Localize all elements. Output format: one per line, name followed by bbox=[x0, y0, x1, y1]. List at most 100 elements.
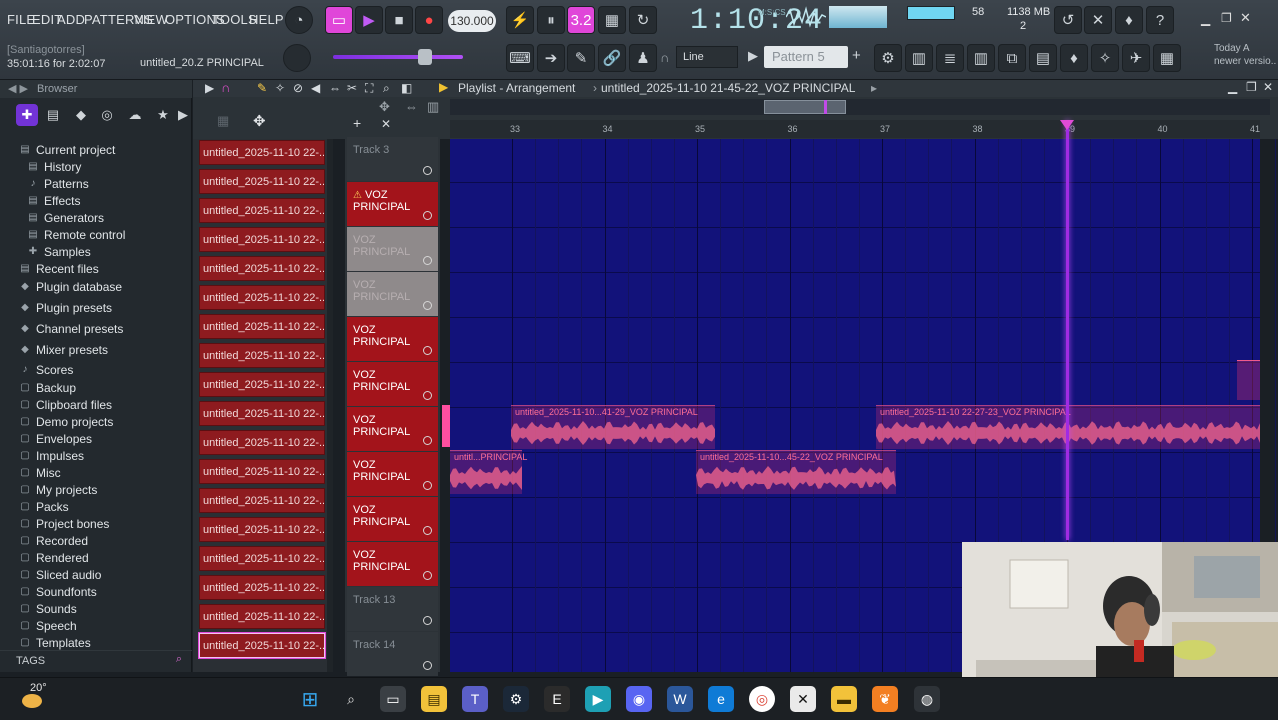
track-header[interactable]: VOZ PRINCIPAL bbox=[347, 317, 438, 361]
track-mute-icon[interactable] bbox=[423, 571, 432, 580]
browser-item[interactable]: ▢ Sliced audio bbox=[18, 566, 101, 583]
browser-more-icon[interactable]: ▶ bbox=[172, 104, 194, 126]
chrome-icon[interactable]: ◎ bbox=[749, 686, 775, 712]
browser-arrows-icon[interactable]: ◀ ▶ bbox=[8, 83, 28, 95]
typing-keyboard-icon[interactable]: ⌨ bbox=[506, 44, 534, 72]
shop-icon[interactable]: ▦ bbox=[1153, 44, 1181, 72]
master-volume-slider[interactable] bbox=[333, 55, 463, 59]
browser-item[interactable]: ▤ Recent files bbox=[18, 260, 98, 277]
piano-roll-icon[interactable]: ▥ bbox=[967, 44, 995, 72]
mute-icon[interactable]: ◀ bbox=[311, 81, 320, 95]
tempo-display[interactable]: 130.000 bbox=[448, 10, 496, 32]
clip-list-scrollbar[interactable] bbox=[327, 139, 333, 672]
browser-item[interactable]: ▤ Current project bbox=[18, 141, 115, 158]
microphone-icon[interactable]: ♦ bbox=[1115, 6, 1143, 34]
track-mute-icon[interactable] bbox=[423, 481, 432, 490]
folder-icon[interactable]: ▬ bbox=[831, 686, 857, 712]
clip-entry[interactable]: untitled_2025-11-10 22-... bbox=[199, 343, 325, 368]
playlist-titlebar[interactable]: ▶ ∩ ✎ ✧ ⊘ ◀ ⇔ ✂ ⛶ ⌕ ◧ ▶ Playlist - Arran… bbox=[193, 80, 1278, 97]
track-header[interactable]: VOZ PRINCIPAL bbox=[347, 362, 438, 406]
stamp-icon[interactable]: ♟ bbox=[629, 44, 657, 72]
track-mute-icon[interactable] bbox=[423, 391, 432, 400]
close-icon[interactable]: ✕ bbox=[1240, 10, 1251, 26]
overview-thumb[interactable] bbox=[764, 100, 846, 114]
playhead[interactable] bbox=[1066, 120, 1069, 540]
audio-clip[interactable]: untitled_2025-11-10...45-22_VOZ PRINCIPA… bbox=[696, 450, 896, 494]
browser-item[interactable]: ♪ Patterns bbox=[26, 175, 89, 192]
track-header[interactable]: Track 14 bbox=[347, 632, 438, 676]
plugin-icon[interactable]: ♦ bbox=[1060, 44, 1088, 72]
channel-rack-icon[interactable]: ≣ bbox=[936, 44, 964, 72]
step-edit-icon[interactable]: ▦ bbox=[598, 6, 626, 34]
browser-files-icon[interactable]: ▤ bbox=[42, 104, 64, 126]
pattern-song-toggle[interactable]: ▭ bbox=[325, 6, 353, 34]
tempo-tapper-icon[interactable]: ✈ bbox=[1122, 44, 1150, 72]
track-header[interactable]: VOZ PRINCIPAL bbox=[347, 452, 438, 496]
word-icon[interactable]: W bbox=[667, 686, 693, 712]
browser-item[interactable]: ◆ Channel presets bbox=[18, 320, 123, 337]
arrangement-play-icon[interactable]: ▶ bbox=[439, 80, 448, 94]
metronome-icon[interactable]: ⚡ bbox=[506, 6, 534, 34]
browser-item[interactable]: ◆ Plugin database bbox=[18, 278, 122, 295]
play-icon[interactable]: ▶ bbox=[205, 81, 214, 95]
browser-favorites-icon[interactable]: ★ bbox=[152, 104, 174, 126]
clip-entry[interactable]: untitled_2025-11-10 22-... bbox=[199, 604, 325, 629]
vertical-zoom-icon[interactable]: ✥ bbox=[379, 99, 390, 115]
playlist-minimize-icon[interactable]: ▁ bbox=[1228, 80, 1237, 94]
track-mute-icon[interactable] bbox=[423, 211, 432, 220]
track-header[interactable]: VOZ PRINCIPAL bbox=[347, 272, 438, 316]
wait-input-icon[interactable]: ⏸ bbox=[537, 6, 565, 34]
menu-view[interactable]: VIEW bbox=[134, 12, 168, 27]
track-mute-icon[interactable] bbox=[423, 256, 432, 265]
add-pattern-icon[interactable]: + bbox=[852, 47, 861, 64]
clip-entry[interactable]: untitled_2025-11-10 22-... bbox=[199, 459, 325, 484]
browser-plugins-icon[interactable]: ◆ bbox=[70, 104, 92, 126]
add-track-icon[interactable]: + bbox=[353, 115, 361, 131]
fl-studio-icon[interactable]: ❦ bbox=[872, 686, 898, 712]
file-explorer-icon[interactable]: ▤ bbox=[421, 686, 447, 712]
track-header[interactable]: Track 3 bbox=[347, 137, 438, 181]
track-mute-icon[interactable] bbox=[423, 526, 432, 535]
script-icon[interactable]: ✧ bbox=[1091, 44, 1119, 72]
arrow-right-icon[interactable]: ➔ bbox=[537, 44, 565, 72]
browser-item[interactable]: ♪ Scores bbox=[18, 361, 74, 378]
mixer-icon[interactable]: ▥ bbox=[905, 44, 933, 72]
browser-icon[interactable]: ⧉ bbox=[998, 44, 1026, 72]
windows-start-icon[interactable]: ⊞ bbox=[297, 686, 323, 712]
picker-icon[interactable]: ▦ bbox=[217, 113, 229, 129]
browser-item[interactable]: ✚ Samples bbox=[26, 243, 91, 260]
clip-entry[interactable]: untitled_2025-11-10 22-... bbox=[199, 633, 325, 658]
stop-icon[interactable]: ■ bbox=[385, 6, 413, 34]
browser-audio-icon[interactable]: ◎ bbox=[96, 104, 118, 126]
loop-record-icon[interactable]: ↻ bbox=[629, 6, 657, 34]
search-icon[interactable]: ⌕ bbox=[176, 653, 182, 666]
edge-icon[interactable]: e bbox=[708, 686, 734, 712]
browser-item[interactable]: ▢ Packs bbox=[18, 498, 68, 515]
clip-entry[interactable]: untitled_2025-11-10 22-... bbox=[199, 401, 325, 426]
track-header[interactable]: ⚠ VOZ PRINCIPAL bbox=[347, 182, 438, 226]
clip-entry[interactable]: untitled_2025-11-10 22-... bbox=[199, 314, 325, 339]
task-view-icon[interactable]: ▭ bbox=[380, 686, 406, 712]
clip-entry[interactable]: untitled_2025-11-10 22-... bbox=[199, 488, 325, 513]
pencil-icon[interactable]: ✎ bbox=[257, 81, 267, 95]
browser-item[interactable]: ▢ Misc bbox=[18, 464, 60, 481]
pattern-selector[interactable]: Pattern 5 bbox=[764, 46, 848, 68]
timeline-ruler[interactable]: 33 34 35 36 37 38 39 40 41 bbox=[450, 120, 1260, 138]
zoom-icon[interactable]: ⌕ bbox=[383, 81, 390, 96]
browser-item[interactable]: ▢ Envelopes bbox=[18, 430, 92, 447]
close-picker-icon[interactable]: ✕ bbox=[381, 117, 391, 131]
playhead-marker[interactable] bbox=[1060, 120, 1074, 130]
clip-entry[interactable]: untitled_2025-11-10 22-... bbox=[199, 140, 325, 165]
clip-entry[interactable]: untitled_2025-11-10 22-... bbox=[199, 285, 325, 310]
move-icon[interactable]: ✥ bbox=[253, 112, 266, 130]
browser-item[interactable]: ▤ History bbox=[26, 158, 81, 175]
browser-item[interactable]: ▢ Speech bbox=[18, 617, 76, 634]
app-icon[interactable]: ▶ bbox=[585, 686, 611, 712]
play-icon[interactable]: ▶ bbox=[355, 6, 383, 34]
delete-icon[interactable]: ⊘ bbox=[293, 81, 303, 95]
browser-item[interactable]: ▢ Sounds bbox=[18, 600, 76, 617]
pen-icon[interactable]: ✎ bbox=[567, 44, 595, 72]
track-header[interactable]: VOZ PRINCIPAL bbox=[347, 407, 438, 451]
clip-entry[interactable]: untitled_2025-11-10 22-... bbox=[199, 227, 325, 252]
select-icon[interactable]: ⛶ bbox=[365, 81, 373, 96]
